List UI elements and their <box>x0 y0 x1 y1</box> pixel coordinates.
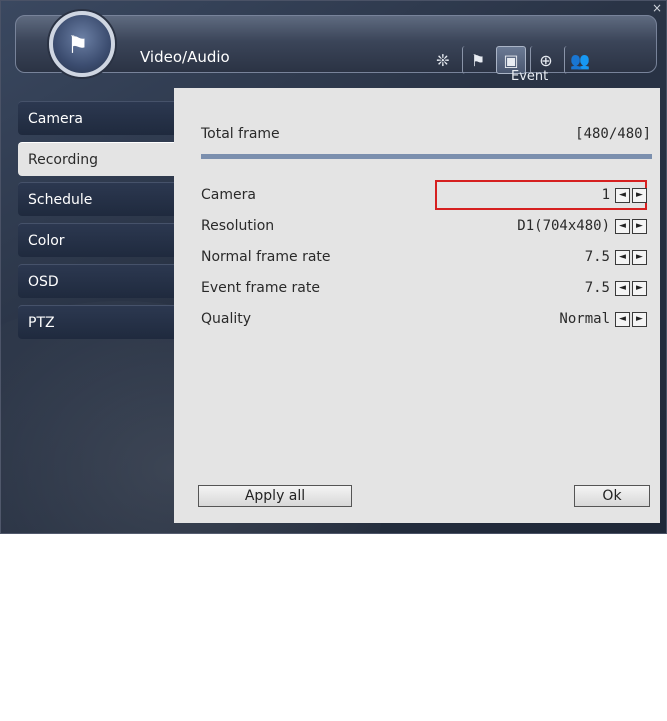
sidebar-item-label: Color <box>28 232 65 249</box>
sidebar-item-label: Recording <box>28 151 99 168</box>
normal-frame-rate-stepper: 7.5 ◄ ► <box>585 249 647 265</box>
camera-flag-icon: ⚑ <box>67 31 89 59</box>
right-arrow-icon[interactable]: ► <box>632 187 647 203</box>
setting-row-quality: Quality Normal ◄ ► <box>201 308 651 332</box>
app-title: Video/Audio <box>140 48 230 66</box>
logo: ⚑ <box>49 11 115 77</box>
sidebar-item-schedule[interactable]: Schedule <box>18 182 174 216</box>
recording-panel: Total frame [480/480] Camera 1 ◄ ► Resol… <box>174 88 660 523</box>
setting-label: Quality <box>201 311 252 327</box>
setting-row-camera: Camera 1 ◄ ► <box>201 184 651 208</box>
total-frame-row: Total frame [480/480] <box>201 123 651 147</box>
sidebar-item-recording[interactable]: Recording <box>18 142 174 176</box>
left-arrow-icon[interactable]: ◄ <box>615 218 630 234</box>
sidebar-item-camera[interactable]: Camera <box>18 101 174 135</box>
system-icon[interactable]: ❊ <box>428 46 458 74</box>
right-arrow-icon[interactable]: ► <box>632 311 647 327</box>
setting-value: 1 <box>601 187 610 203</box>
setting-value: 7.5 <box>584 280 610 296</box>
total-frame-value: [480/480] <box>575 126 651 142</box>
window-frame: × Video/Audio ❊ ⚑ ▣ ⊕ 👥 ⚑ Event Camera R… <box>0 0 667 721</box>
setting-label: Normal frame rate <box>201 249 331 265</box>
setting-label: Camera <box>201 187 256 203</box>
close-icon[interactable]: × <box>652 1 662 15</box>
total-frame-progress-fill <box>201 154 652 159</box>
total-frame-label: Total frame <box>201 126 280 142</box>
left-arrow-icon[interactable]: ◄ <box>615 311 630 327</box>
setting-value: 7.5 <box>584 249 610 265</box>
quality-stepper: Normal ◄ ► <box>559 311 647 327</box>
setting-row-event-frame-rate: Event frame rate 7.5 ◄ ► <box>201 277 651 301</box>
total-frame-progress <box>201 154 652 159</box>
right-arrow-icon[interactable]: ► <box>632 218 647 234</box>
sidebar-item-label: OSD <box>28 273 59 290</box>
users-icon[interactable]: 👥 <box>564 46 595 74</box>
sidebar-item-ptz[interactable]: PTZ <box>18 305 174 339</box>
setting-row-normal-frame-rate: Normal frame rate 7.5 ◄ ► <box>201 246 651 270</box>
setting-row-resolution: Resolution D1(704x480) ◄ ► <box>201 215 651 239</box>
ok-button[interactable]: Ok <box>574 485 650 507</box>
sidebar-item-osd[interactable]: OSD <box>18 264 174 298</box>
setting-label: Resolution <box>201 218 275 234</box>
active-tab-label: Event <box>511 69 549 84</box>
setting-label: Event frame rate <box>201 280 320 296</box>
left-arrow-icon[interactable]: ◄ <box>615 280 630 296</box>
apply-all-button[interactable]: Apply all <box>198 485 352 507</box>
setting-value: Normal <box>559 311 610 327</box>
sidebar-item-label: PTZ <box>28 314 55 331</box>
sidebar-item-color[interactable]: Color <box>18 223 174 257</box>
event-frame-rate-stepper: 7.5 ◄ ► <box>585 280 647 296</box>
left-arrow-icon[interactable]: ◄ <box>615 249 630 265</box>
resolution-stepper: D1(704x480) ◄ ► <box>517 218 647 234</box>
setting-value: D1(704x480) <box>517 218 610 234</box>
sidebar-item-label: Camera <box>28 110 83 127</box>
camera-stepper: 1 ◄ ► <box>602 187 647 203</box>
flag-camera-icon[interactable]: ⚑ <box>462 46 493 74</box>
left-arrow-icon[interactable]: ◄ <box>615 187 630 203</box>
right-arrow-icon[interactable]: ► <box>632 249 647 265</box>
sidebar-item-label: Schedule <box>28 191 93 208</box>
right-arrow-icon[interactable]: ► <box>632 280 647 296</box>
